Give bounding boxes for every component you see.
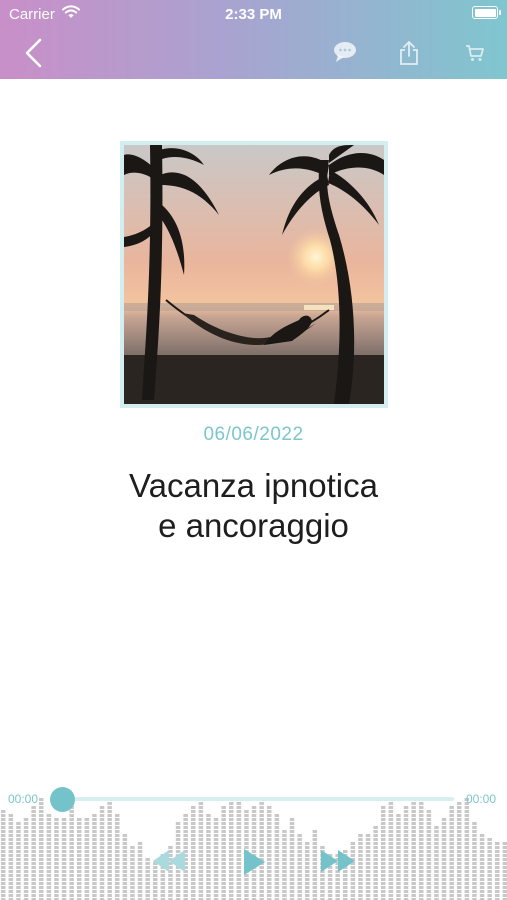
waveform-bar [365,834,371,900]
status-time: 2:33 PM [225,6,282,23]
waveform-bar [282,830,287,900]
episode-title-line2: e ancoraggio [158,507,349,544]
waveform-bar [46,814,52,900]
waveform-bar [267,806,272,900]
progress-track[interactable] [52,797,454,801]
waveform-bar [312,830,318,900]
cart-icon [466,45,484,61]
cart-button[interactable] [465,44,485,62]
waveform-bar [198,798,204,900]
waveform-bar [274,814,280,900]
waveform-bar [449,806,454,900]
elapsed-time: 00:00 [8,792,39,806]
waveform-bar [54,818,59,900]
play-icon [244,849,265,875]
waveform-bar [130,846,135,900]
waveform-bar [229,798,234,900]
audio-player: 00:00 00:00 [0,770,507,900]
waveform-bar [145,858,150,900]
waveform-bar [289,818,295,900]
waveform-bar [31,806,36,900]
progress-knob[interactable] [50,787,75,812]
episode-date: 06/06/2022 [203,424,304,445]
waveform-bar [388,798,394,900]
waveform-bar [137,842,143,900]
waveform-bar [16,822,21,900]
waveform-bar [206,814,211,900]
waveform-bar [472,822,477,900]
waveform-bar [84,818,90,900]
waveform-bar [69,802,74,900]
episode-title-line1: Vacanza ipnotica [129,467,378,504]
waveform-bar [115,814,120,900]
rewind-icon [153,850,185,872]
waveform-bar [8,814,14,900]
waveform-bar [358,834,363,900]
waveform-bars [1,798,507,900]
waveform-bar [107,802,112,900]
waveform-bar [495,842,500,900]
share-icon [400,40,418,65]
waveform-bar [396,814,401,900]
waveform-bar [426,810,432,900]
header-bar: Carrier 2:33 PM [0,0,507,79]
waveform-bar [487,838,492,900]
rewind-button[interactable] [151,848,187,874]
chevron-left-icon [25,38,42,68]
waveform-bar [39,798,44,900]
waveform-bar [502,842,507,900]
waveform-bar [419,802,424,900]
waveform-bar [221,806,226,900]
waveform-bar [411,798,416,900]
waveform-bar [434,826,439,900]
fast-forward-icon [321,850,355,872]
waveform-bar [381,806,386,900]
waveform-bar [236,802,242,900]
share-button[interactable] [399,40,419,66]
waveform-bar [213,818,219,900]
waveform-bar [403,806,409,900]
waveform-bar [305,842,310,900]
waveform-bar [92,814,97,900]
play-button[interactable] [242,848,266,876]
waveform-bar [457,802,462,900]
waveform-bar [99,806,105,900]
status-bar: Carrier 2:33 PM [0,0,507,28]
chat-button[interactable] [333,41,357,63]
waveform-bar [441,818,447,900]
chat-bubble-icon [334,42,356,62]
waveform-bar [479,834,485,900]
waveform-bar [1,810,6,900]
fast-forward-button[interactable] [319,848,357,874]
waveform-bar [464,798,470,900]
waveform-bar [77,818,82,900]
waveform-bar [23,818,29,900]
waveform-bar [373,826,378,900]
battery-icon [472,6,501,19]
episode-title: Vacanza ipnotica e ancoraggio [60,466,447,546]
waveform-bar [191,806,196,900]
waveform-bar [61,818,67,900]
remaining-time: 00:00 [466,792,497,806]
episode-cover-image [120,141,388,408]
waveform-bar [122,834,128,900]
waveform-bar [297,834,302,900]
back-button[interactable] [22,38,46,68]
